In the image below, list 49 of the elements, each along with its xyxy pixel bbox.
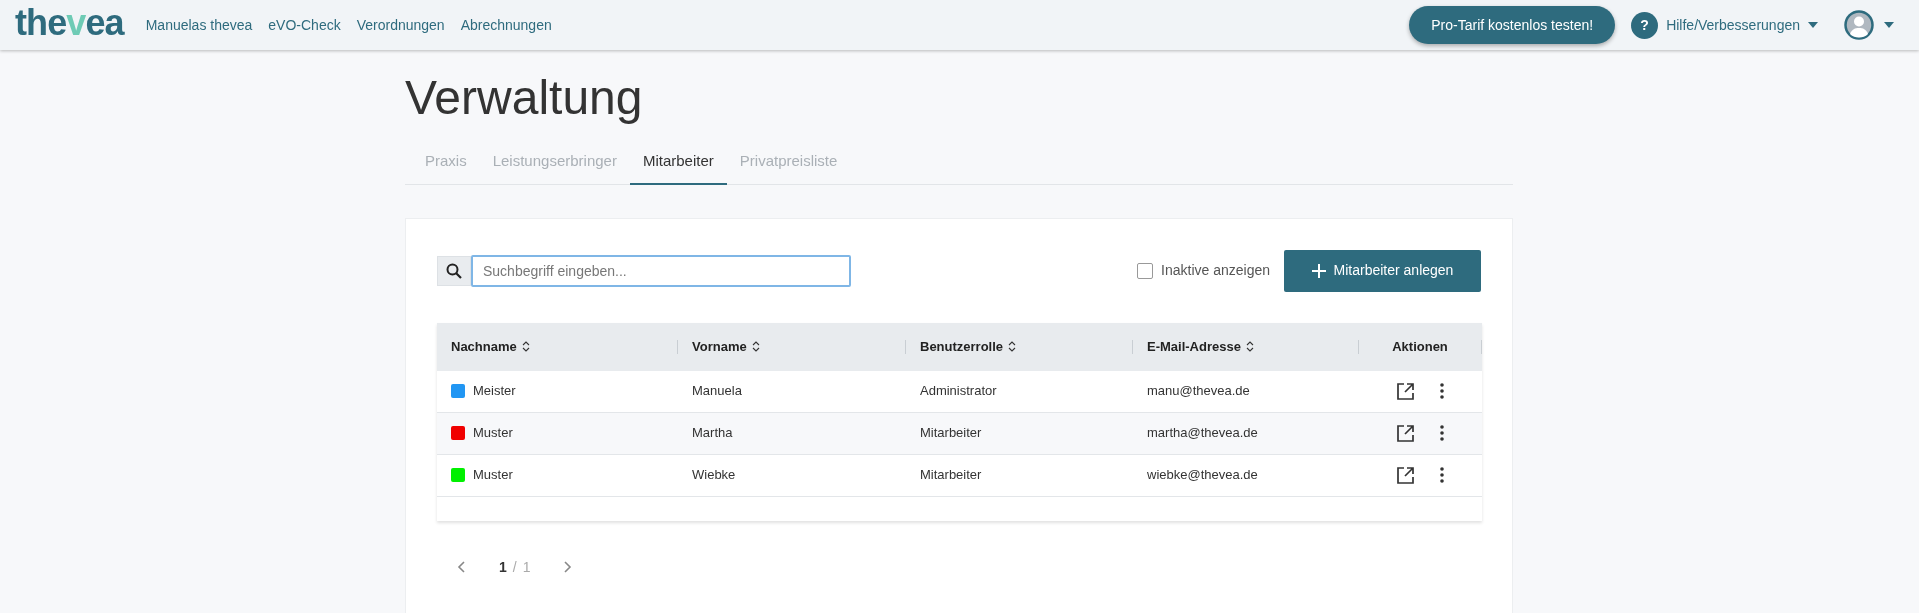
search-icon <box>437 255 471 286</box>
table-cell-text: Mitarbeiter <box>920 424 982 443</box>
table-cell-text: Martha <box>692 424 733 443</box>
caret-icon <box>1808 22 1818 28</box>
sort-icon[interactable] <box>1245 341 1254 352</box>
table-cell-text: Wiebke <box>692 466 736 485</box>
add-employee-button[interactable]: Mitarbeiter anlegen <box>1284 249 1481 292</box>
table-cell-text: Administrator <box>920 382 997 401</box>
table-cell-text: Mitarbeiter <box>920 466 982 485</box>
table-cell-text: martha@thevea.de <box>1147 424 1258 443</box>
page-separator: / <box>512 557 517 577</box>
table-cell-text: Meister <box>473 382 516 401</box>
sort-icon[interactable] <box>751 341 760 352</box>
help-menu[interactable]: ? Hilfe/Verbesserungen <box>1631 11 1818 39</box>
logo[interactable]: thevea <box>15 5 124 41</box>
nav-link[interactable]: Manuelas thevea <box>145 14 253 36</box>
nav-link[interactable]: eVO-Check <box>268 14 341 36</box>
column-header: Aktionen <box>1392 337 1448 356</box>
current-page: 1 <box>499 557 507 577</box>
promo-button[interactable]: Pro-Tarif kostenlos testen! <box>1409 6 1616 44</box>
more-options-icon[interactable] <box>1440 425 1444 441</box>
column-header[interactable]: Nachname <box>451 336 530 357</box>
column-header[interactable]: Benutzerrolle <box>920 336 1017 357</box>
table-cell-text: manu@thevea.de <box>1147 382 1250 401</box>
open-external-icon[interactable] <box>1397 466 1414 484</box>
nav-link[interactable]: Verordnungen <box>356 14 445 36</box>
avatar-icon <box>1844 10 1874 40</box>
search-field[interactable]: Suchbegriff eingeben... <box>471 254 851 287</box>
sort-icon[interactable] <box>521 341 530 352</box>
sort-icon[interactable] <box>1008 341 1017 352</box>
plus-icon <box>1311 263 1326 278</box>
table-cell-text: Muster <box>473 424 513 443</box>
open-external-icon[interactable] <box>1397 382 1414 400</box>
previous-page-icon[interactable] <box>457 561 465 573</box>
tab[interactable]: Mitarbeiter <box>629 150 727 185</box>
column-header[interactable]: E-Mail-Adresse <box>1147 336 1254 357</box>
user-menu[interactable] <box>1844 10 1894 40</box>
next-page-icon[interactable] <box>564 561 573 573</box>
page-title: Verwaltung <box>405 70 644 126</box>
nav-link[interactable]: Abrechnungen <box>460 14 552 36</box>
more-options-icon[interactable] <box>1440 383 1444 399</box>
caret-icon <box>1884 22 1894 28</box>
table-cell-text: Muster <box>473 466 513 485</box>
table-cell-text: wiebke@thevea.de <box>1147 466 1258 485</box>
total-pages: 1 <box>522 557 531 577</box>
table-cell-text: Manuela <box>692 382 742 401</box>
column-header[interactable]: Vorname <box>692 336 760 357</box>
more-options-icon[interactable] <box>1440 467 1444 483</box>
open-external-icon[interactable] <box>1397 424 1414 442</box>
